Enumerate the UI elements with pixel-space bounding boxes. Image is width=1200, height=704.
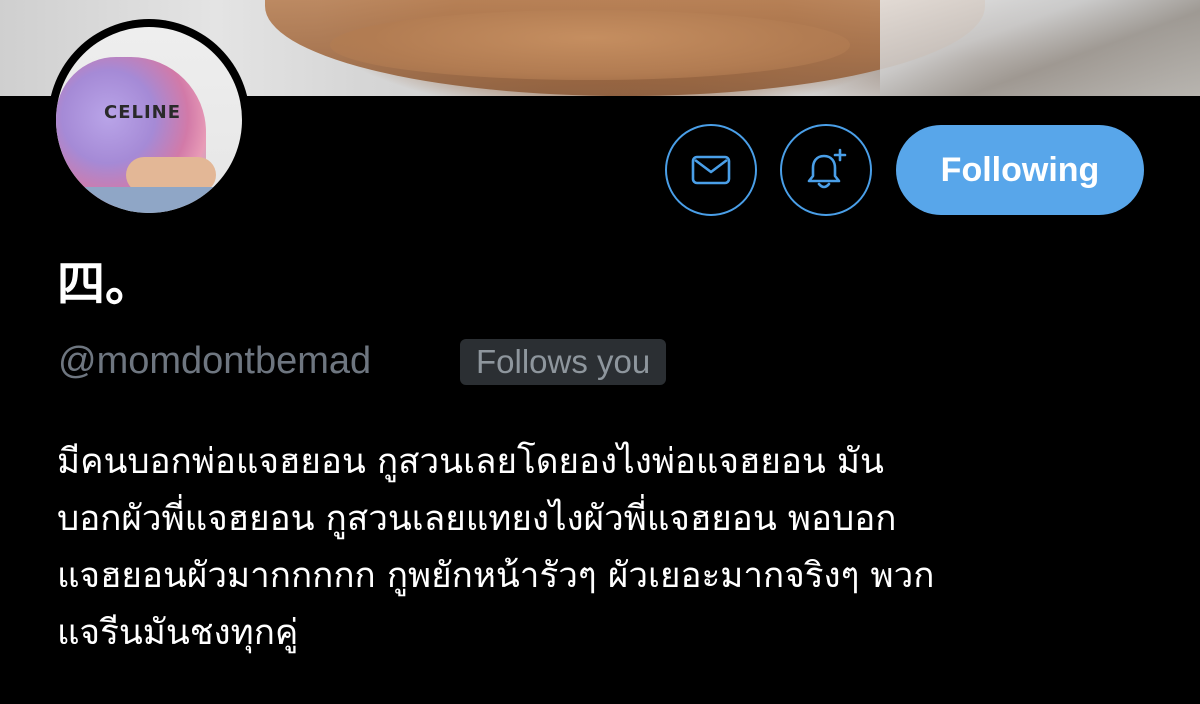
bio-line: แจรีนมันชงทุกคู่ [57, 613, 299, 653]
message-button[interactable] [665, 124, 757, 216]
avatar-jeans [66, 187, 236, 213]
profile-display-name: 四。 [57, 256, 154, 312]
profile-bio: มีคนบอกพ่อแจฮยอน กูสวนเลยโดยองไงพ่อแจฮยอ… [57, 434, 1157, 662]
following-button[interactable]: Following [896, 125, 1144, 215]
mail-icon [691, 155, 731, 185]
bell-plus-icon [807, 148, 847, 189]
follows-you-badge: Follows you [460, 339, 667, 385]
avatar-shirt-text: CELINE [104, 102, 182, 123]
notify-button[interactable] [780, 124, 872, 216]
bio-line: มีคนบอกพ่อแจฮยอน กูสวนเลยโดยองไงพ่อแจฮยอ… [57, 442, 884, 482]
profile-handle: @momdontbemad [58, 340, 372, 382]
avatar-photo: CELINE [56, 27, 242, 213]
bio-line: แจฮยอนผัวมากกกกก กูพยักหน้ารัวๆ ผัวเยอะม… [57, 556, 935, 596]
profile-avatar[interactable]: CELINE [48, 19, 250, 221]
banner-blanket [880, 0, 1200, 96]
bio-line: บอกผัวพี่แจฮยอน กูสวนเลยแทยงไงผัวพี่แจฮย… [57, 499, 897, 539]
banner-cat-fur [330, 10, 850, 80]
